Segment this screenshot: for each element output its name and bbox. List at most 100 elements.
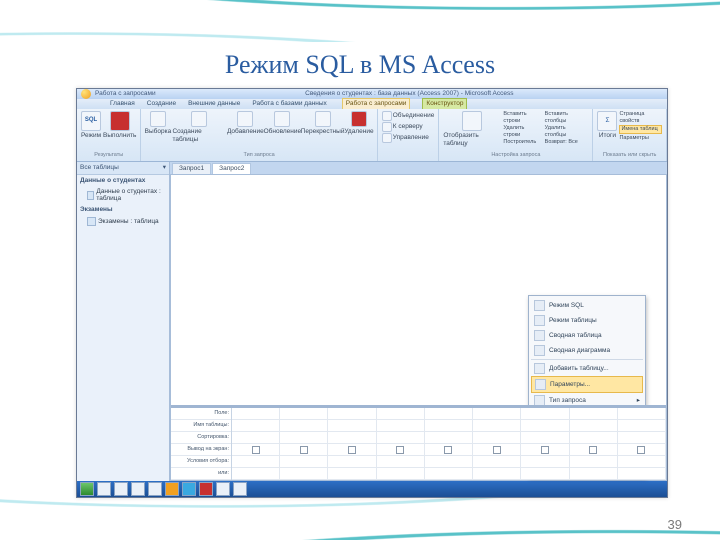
menu-pivotchart-view[interactable]: Сводная диаграмма: [531, 343, 643, 358]
taskbar-app-icon[interactable]: [114, 482, 128, 496]
grid-cell[interactable]: [328, 444, 376, 456]
taskbar-app-icon[interactable]: [182, 482, 196, 496]
nav-group-exams[interactable]: Экзамены: [77, 204, 169, 216]
show-table-button[interactable]: Отобразить таблицу: [443, 111, 501, 148]
view-button[interactable]: SQLРежим: [81, 111, 101, 140]
grid-cell[interactable]: [521, 420, 569, 432]
delete-rows-button[interactable]: Удалить строки: [503, 125, 542, 138]
grid-cell[interactable]: [425, 468, 473, 480]
insert-rows-button[interactable]: Вставить строки: [503, 111, 542, 124]
grid-cell[interactable]: [473, 432, 521, 444]
crosstab-button[interactable]: Перекрестный: [302, 111, 343, 144]
grid-cell[interactable]: [425, 408, 473, 420]
grid-cell[interactable]: [377, 468, 425, 480]
nav-item-exams-table[interactable]: Экзамены : таблица: [77, 216, 169, 227]
checkbox-icon[interactable]: [493, 446, 501, 454]
grid-cell[interactable]: [280, 468, 328, 480]
select-query-button[interactable]: Выборка: [145, 111, 170, 144]
taskbar-app-icon[interactable]: [165, 482, 179, 496]
grid-cell[interactable]: [618, 468, 666, 480]
grid-cell[interactable]: [328, 408, 376, 420]
datadef-button[interactable]: Управление: [382, 133, 429, 143]
grid-cell[interactable]: [473, 444, 521, 456]
office-orb-icon[interactable]: [81, 89, 91, 99]
grid-cell[interactable]: [280, 432, 328, 444]
tab-db-tools[interactable]: Работа с базами данных: [249, 99, 329, 109]
nav-header[interactable]: Все таблицы▾: [77, 162, 169, 175]
nav-group-students[interactable]: Данные о студентах: [77, 175, 169, 187]
grid-cell[interactable]: [521, 456, 569, 468]
menu-parameters[interactable]: Параметры...: [531, 376, 643, 393]
grid-cell[interactable]: [618, 456, 666, 468]
grid-cell[interactable]: [570, 468, 618, 480]
grid-cell[interactable]: [377, 456, 425, 468]
checkbox-icon[interactable]: [541, 446, 549, 454]
grid-cell[interactable]: [328, 456, 376, 468]
tab-query1[interactable]: Запрос1: [172, 163, 211, 174]
grid-cell[interactable]: [521, 408, 569, 420]
grid-cell[interactable]: [618, 420, 666, 432]
tab-query2[interactable]: Запрос2: [212, 163, 251, 174]
taskbar-app-icon[interactable]: [199, 482, 213, 496]
insert-cols-button[interactable]: Вставить столбцы: [545, 111, 589, 124]
grid-cell[interactable]: [473, 456, 521, 468]
grid-cell[interactable]: [232, 456, 280, 468]
taskbar-app-icon[interactable]: [131, 482, 145, 496]
table-names-button[interactable]: Имена таблиц: [619, 125, 662, 134]
update-button[interactable]: Обновление: [265, 111, 300, 144]
grid-cell[interactable]: [328, 468, 376, 480]
menu-datasheet-view[interactable]: Режим таблицы: [531, 313, 643, 328]
taskbar-app-icon[interactable]: [233, 482, 247, 496]
grid-cell[interactable]: [570, 444, 618, 456]
grid-cell[interactable]: [618, 432, 666, 444]
return-button[interactable]: Возврат: Все: [545, 139, 589, 146]
grid-cell[interactable]: [232, 408, 280, 420]
grid-cell[interactable]: [377, 432, 425, 444]
grid-cell[interactable]: [280, 420, 328, 432]
tab-design[interactable]: Конструктор: [422, 98, 467, 109]
passthrough-button[interactable]: К серверу: [382, 122, 423, 132]
parameters-button[interactable]: Параметры: [619, 135, 662, 142]
grid-cell[interactable]: [232, 444, 280, 456]
grid-cell[interactable]: [377, 444, 425, 456]
grid-cell[interactable]: [377, 420, 425, 432]
grid-cell[interactable]: [280, 408, 328, 420]
grid-cell[interactable]: [328, 432, 376, 444]
run-button[interactable]: Выполнить: [103, 111, 136, 140]
grid-cell[interactable]: [377, 408, 425, 420]
grid-cell[interactable]: [425, 420, 473, 432]
grid-cells[interactable]: [232, 408, 666, 480]
checkbox-icon[interactable]: [637, 446, 645, 454]
grid-cell[interactable]: [425, 444, 473, 456]
checkbox-icon[interactable]: [396, 446, 404, 454]
checkbox-icon[interactable]: [444, 446, 452, 454]
grid-cell[interactable]: [570, 408, 618, 420]
delete-button[interactable]: Удаление: [345, 111, 373, 144]
grid-cell[interactable]: [618, 444, 666, 456]
grid-cell[interactable]: [618, 408, 666, 420]
grid-cell[interactable]: [232, 420, 280, 432]
grid-cell[interactable]: [570, 456, 618, 468]
grid-cell[interactable]: [425, 432, 473, 444]
taskbar-app-icon[interactable]: [97, 482, 111, 496]
start-button[interactable]: [80, 482, 94, 496]
grid-cell[interactable]: [521, 444, 569, 456]
checkbox-icon[interactable]: [252, 446, 260, 454]
menu-pivottable-view[interactable]: Сводная таблица: [531, 328, 643, 343]
grid-cell[interactable]: [473, 408, 521, 420]
checkbox-icon[interactable]: [348, 446, 356, 454]
grid-cell[interactable]: [425, 456, 473, 468]
property-sheet-button[interactable]: Страница свойств: [619, 111, 662, 124]
grid-cell[interactable]: [232, 432, 280, 444]
grid-cell[interactable]: [570, 420, 618, 432]
tab-create[interactable]: Создание: [144, 99, 179, 109]
grid-cell[interactable]: [521, 432, 569, 444]
grid-cell[interactable]: [570, 432, 618, 444]
checkbox-icon[interactable]: [589, 446, 597, 454]
taskbar-app-icon[interactable]: [216, 482, 230, 496]
grid-cell[interactable]: [521, 468, 569, 480]
checkbox-icon[interactable]: [300, 446, 308, 454]
grid-cell[interactable]: [473, 468, 521, 480]
tab-external[interactable]: Внешние данные: [185, 99, 243, 109]
tab-home[interactable]: Главная: [107, 99, 138, 109]
